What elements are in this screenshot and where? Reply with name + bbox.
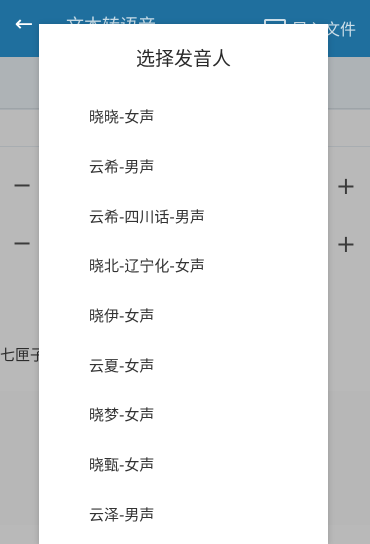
voice-option[interactable]: 晓伊-女声 — [39, 291, 328, 341]
voice-option[interactable]: 云夏-女声 — [39, 340, 328, 390]
dialog-title: 选择发音人 — [135, 48, 231, 70]
voice-selector-dialog: 选择发音人 晓晓-女声 云希-男声 云希-四川话-男声 晓北-辽宁化-女声 晓伊… — [39, 24, 328, 544]
increase-rate-button[interactable]: + — [336, 174, 356, 198]
voice-option[interactable]: 晓晓-女声 — [39, 92, 328, 142]
voice-option[interactable]: 云希-四川话-男声 — [39, 191, 328, 241]
voice-option[interactable]: 云希-男声 — [39, 142, 328, 192]
voice-option[interactable]: 晓梦-女声 — [39, 390, 328, 440]
decrease-rate-button[interactable]: − — [12, 173, 32, 197]
decrease-pitch-button[interactable]: − — [12, 231, 32, 255]
voice-option-list: 晓晓-女声 云希-男声 云希-四川话-男声 晓北-辽宁化-女声 晓伊-女声 云夏… — [39, 92, 328, 532]
voice-option[interactable]: 晓北-辽宁化-女声 — [39, 241, 328, 291]
back-arrow-icon[interactable]: ← — [12, 13, 36, 37]
increase-pitch-button[interactable]: + — [336, 232, 356, 256]
voice-option[interactable]: 云泽-男声 — [39, 490, 328, 540]
voice-option[interactable]: 晓甄-女声 — [39, 440, 328, 490]
